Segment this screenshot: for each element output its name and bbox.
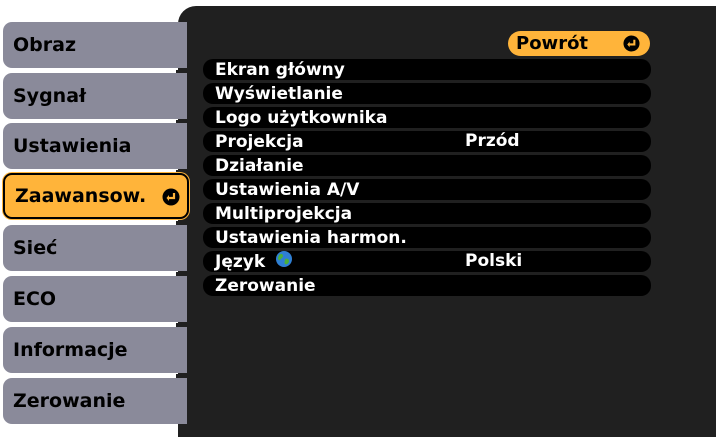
menu-item-ustawienia-harmon[interactable]: Ustawienia harmon. (203, 227, 651, 248)
sidebar-item-sygnal[interactable]: Sygnał (3, 73, 187, 119)
menu-item-projekcja[interactable]: Projekcja Przód (203, 131, 651, 152)
menu-item-zerowanie[interactable]: Zerowanie (203, 275, 651, 296)
enter-return-icon (162, 188, 180, 211)
sidebar-item-informacje[interactable]: Informacje (3, 327, 187, 373)
sidebar-item-eco[interactable]: ECO (3, 276, 187, 322)
return-button[interactable]: Powrót (508, 31, 650, 56)
sidebar-item-label: Zaawansow. (15, 185, 147, 207)
menu-item-dzialanie[interactable]: Działanie (203, 155, 651, 176)
menu-item-value: Przód (465, 131, 520, 151)
sidebar-item-label: Ustawienia (13, 135, 132, 157)
sidebar-item-label: Informacje (13, 339, 128, 361)
menu-item-label: Ekran główny (215, 59, 345, 80)
projector-menu-screen: Obraz Sygnał Ustawienia Zaawansow. Sieć … (0, 0, 722, 441)
menu-item-label: Logo użytkownika (215, 107, 388, 128)
sidebar-item-obraz[interactable]: Obraz (3, 22, 187, 68)
menu-item-logo-uzytkownika[interactable]: Logo użytkownika (203, 107, 651, 128)
menu-item-label: Działanie (215, 155, 304, 176)
menu-item-ekran-glowny[interactable]: Ekran główny (203, 59, 651, 80)
sidebar-item-label: Sygnał (13, 85, 87, 107)
menu-item-multiprojekcja[interactable]: Multiprojekcja (203, 203, 651, 224)
menu-item-jezyk[interactable]: Język Polski (203, 251, 651, 272)
sidebar-item-ustawienia[interactable]: Ustawienia (3, 123, 187, 169)
sidebar-item-label: Zerowanie (13, 390, 126, 412)
menu-item-label: Ustawienia harmon. (215, 227, 407, 248)
menu-item-value: Polski (465, 251, 523, 271)
menu-item-ustawienia-av[interactable]: Ustawienia A/V (203, 179, 651, 200)
enter-return-icon (623, 35, 640, 57)
menu-item-label: Zerowanie (215, 275, 316, 296)
menu-item-label: Wyświetlanie (215, 83, 343, 104)
sidebar-item-zaawansowane[interactable]: Zaawansow. (3, 173, 189, 219)
sidebar-item-label: Obraz (13, 34, 77, 56)
menu-item-label: Ustawienia A/V (215, 179, 360, 200)
sidebar-item-zerowanie[interactable]: Zerowanie (3, 378, 187, 424)
sidebar-item-label: Sieć (13, 237, 58, 259)
sidebar-item-label: ECO (13, 288, 57, 310)
menu-item-wyswietlanie[interactable]: Wyświetlanie (203, 83, 651, 104)
return-button-label: Powrót (516, 33, 589, 54)
menu-item-label: Projekcja (215, 131, 304, 152)
menu-item-label: Multiprojekcja (215, 203, 353, 224)
menu-item-label: Język (215, 251, 266, 272)
globe-icon (275, 250, 293, 273)
sidebar-item-siec[interactable]: Sieć (3, 225, 187, 271)
